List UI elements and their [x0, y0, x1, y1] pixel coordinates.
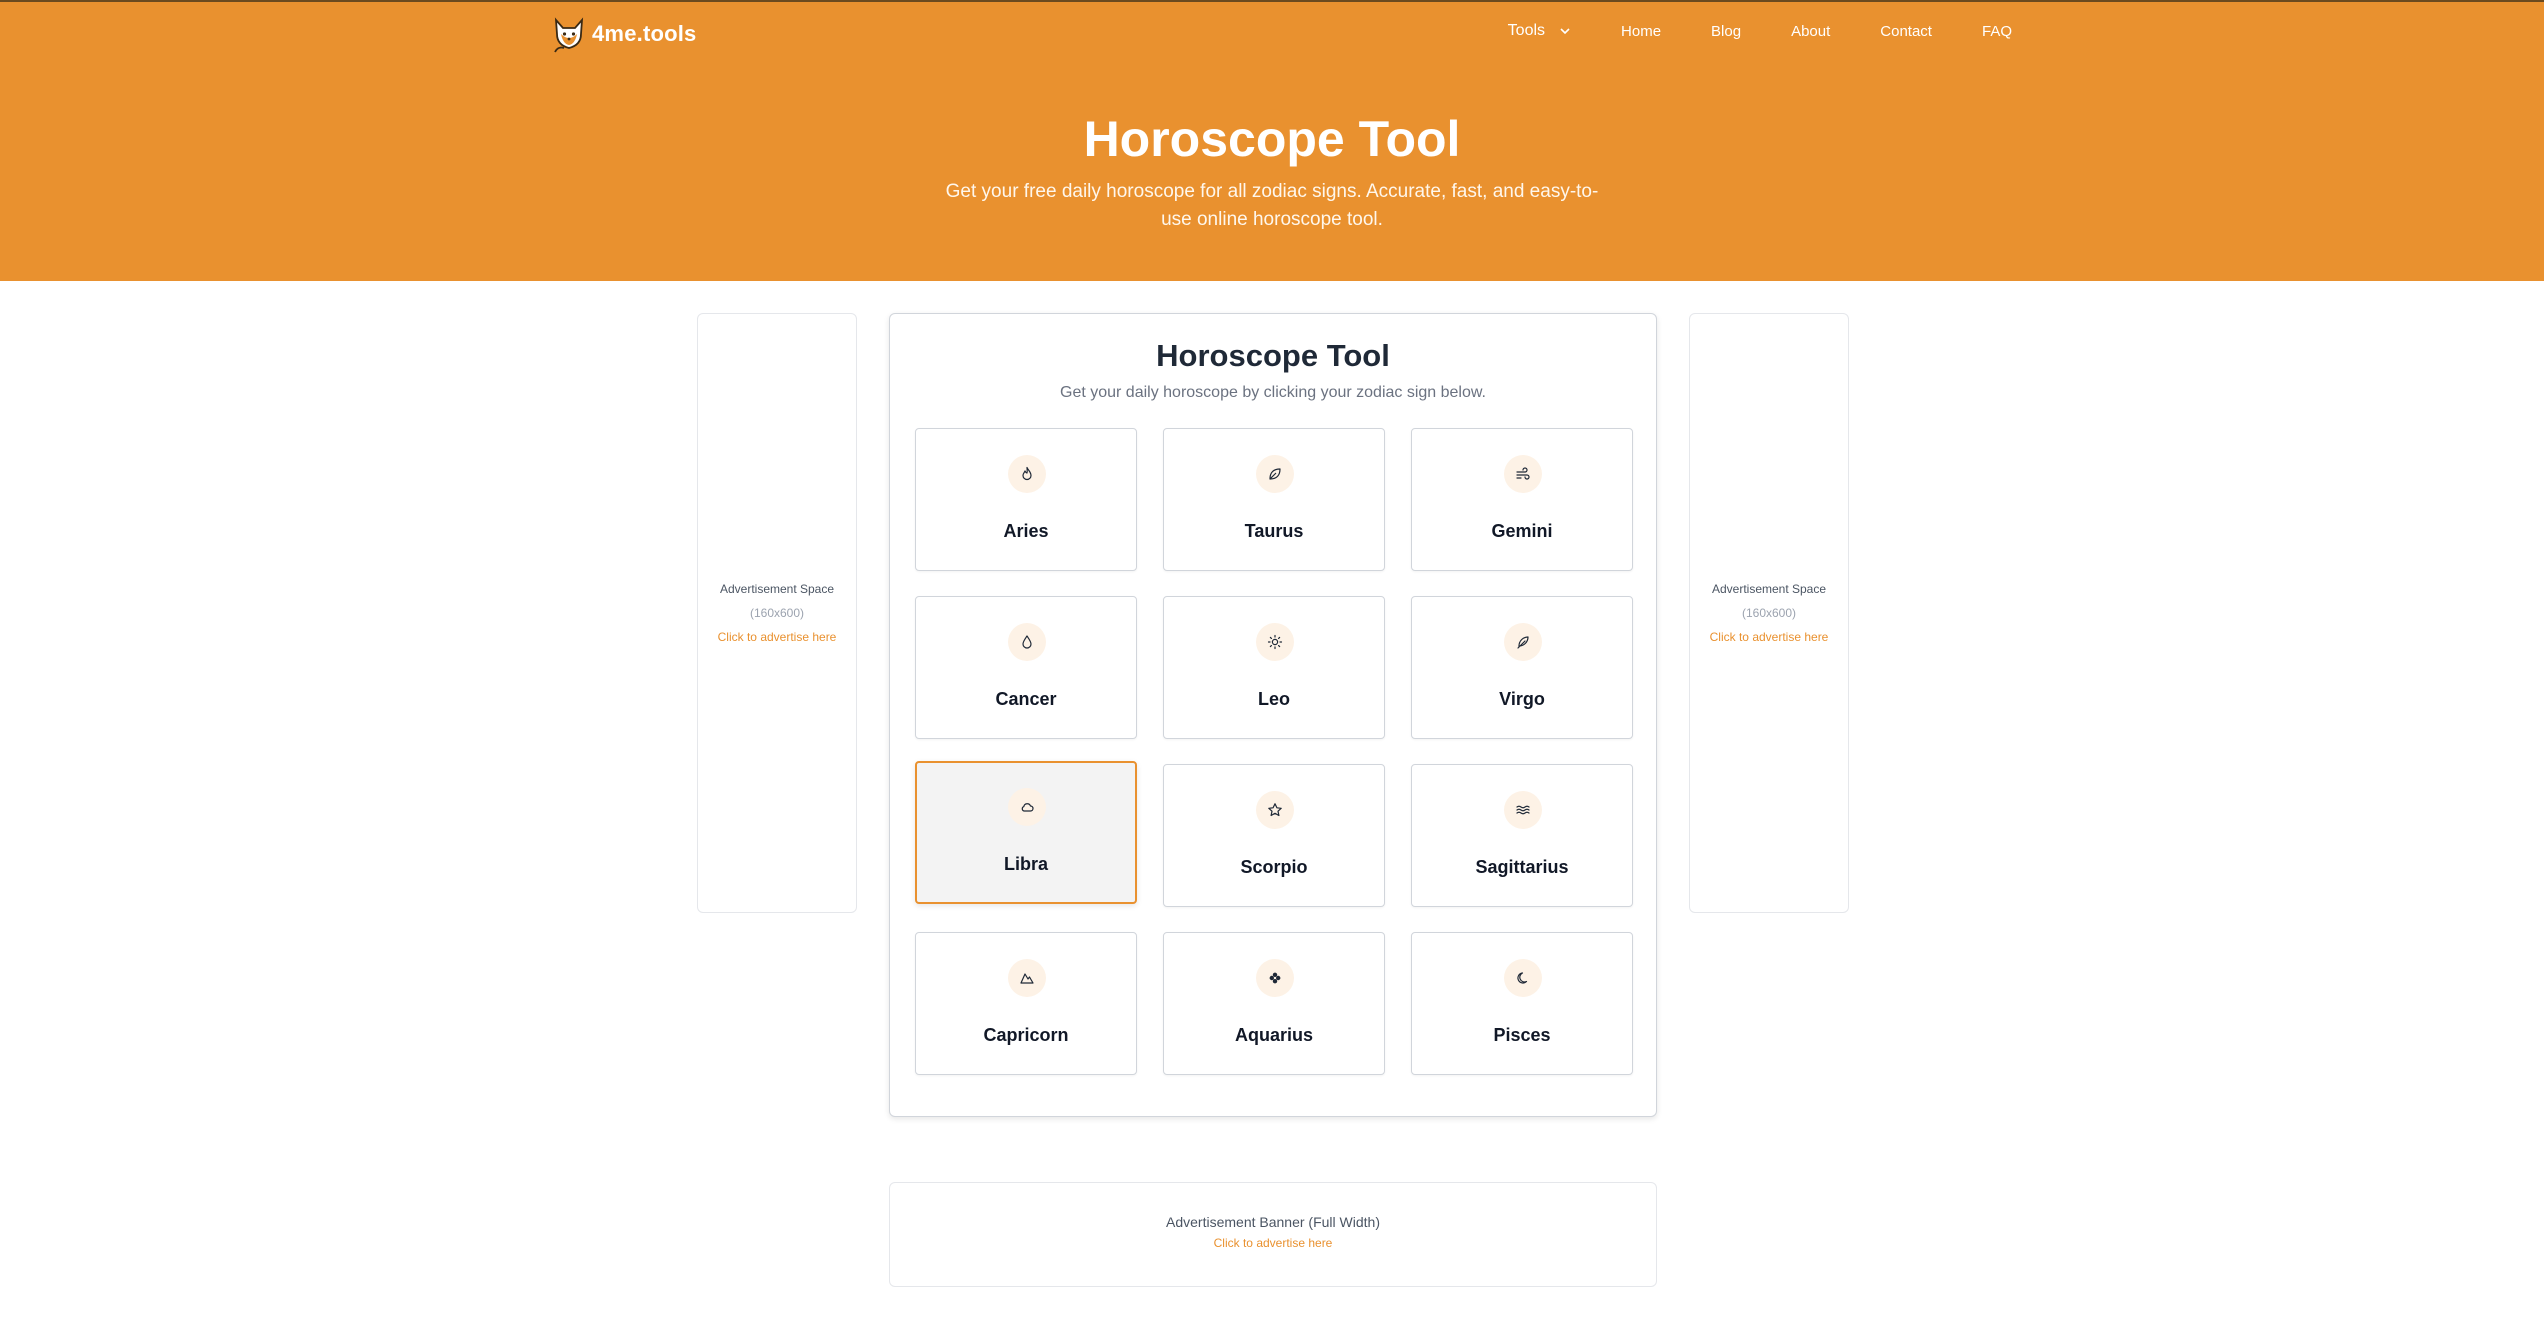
chevron-down-icon — [1560, 28, 1570, 35]
sign-name: Leo — [1257, 689, 1290, 709]
sun-icon — [1256, 623, 1294, 661]
nav-links: Tools Home Blog About Contact FAQ — [1508, 22, 2012, 40]
sign-name: Libra — [1003, 854, 1048, 874]
advertise-link[interactable]: Click to advertise here — [890, 1236, 1656, 1250]
sign-card-gemini[interactable]: Gemini — [1411, 428, 1633, 571]
sign-name: Aquarius — [1234, 1025, 1313, 1045]
sign-card-taurus[interactable]: Taurus — [1163, 428, 1385, 571]
nav-link-about[interactable]: About — [1791, 23, 1830, 40]
sign-card-capricorn[interactable]: Capricorn — [915, 932, 1137, 1075]
sign-card-aries[interactable]: Aries — [915, 428, 1137, 571]
banner-title: Advertisement Banner (Full Width) — [1166, 1214, 1380, 1230]
star-icon — [1256, 791, 1294, 829]
top-navbar: 4me.tools Tools Home Blog About Contact … — [0, 2, 2544, 66]
sign-name: Sagittarius — [1475, 857, 1569, 877]
sign-card-aquarius[interactable]: Aquarius — [1163, 932, 1385, 1075]
sign-card-libra[interactable]: Libra — [915, 761, 1137, 904]
brand-logo[interactable]: 4me.tools — [550, 14, 697, 54]
page-title: Horoscope Tool — [1083, 111, 1461, 167]
sign-name: Pisces — [1493, 1025, 1551, 1045]
leaf-icon — [1256, 455, 1294, 493]
wind-icon — [1504, 455, 1542, 493]
clover-icon — [1256, 959, 1294, 997]
nav-link-blog[interactable]: Blog — [1711, 23, 1741, 40]
ad-space-right[interactable]: Advertisement Space (160x600) Click to a… — [1689, 313, 1849, 913]
ad-size: (160x600) — [1741, 606, 1797, 620]
advertise-link[interactable]: Click to advertise here — [1710, 625, 1829, 649]
sign-name: Aries — [1003, 521, 1049, 541]
ad-size: (160x600) — [749, 606, 805, 620]
tool-subtitle: Get your daily horoscope by clicking you… — [1060, 384, 1486, 401]
moon-icon — [1504, 959, 1542, 997]
sign-name: Cancer — [995, 689, 1057, 709]
sign-card-cancer[interactable]: Cancer — [915, 596, 1137, 739]
sign-card-virgo[interactable]: Virgo — [1411, 596, 1633, 739]
advertise-link[interactable]: Click to advertise here — [718, 625, 837, 649]
ad-title: Advertisement Space — [719, 582, 835, 596]
ad-space-left[interactable]: Advertisement Space (160x600) Click to a… — [697, 313, 857, 913]
fox-logo-icon — [554, 17, 584, 53]
nav-link-home[interactable]: Home — [1621, 23, 1661, 40]
nav-link-faq[interactable]: FAQ — [1982, 23, 2012, 40]
nav-tools-dropdown[interactable]: Tools — [1508, 22, 1571, 40]
feather-icon — [1504, 623, 1542, 661]
sign-name: Gemini — [1491, 521, 1553, 541]
hero-header: 4me.tools Tools Home Blog About Contact … — [0, 0, 2544, 281]
flame-icon — [1008, 455, 1046, 493]
nav-tools-label: Tools — [1507, 22, 1546, 39]
sign-card-leo[interactable]: Leo — [1163, 596, 1385, 739]
ad-title: Advertisement Space — [1711, 582, 1827, 596]
sign-name: Virgo — [1499, 689, 1545, 709]
sign-card-sagittarius[interactable]: Sagittarius — [1411, 764, 1633, 907]
horoscope-tool-card: Horoscope Tool Get your daily horoscope … — [889, 313, 1657, 1117]
sign-card-pisces[interactable]: Pisces — [1411, 932, 1633, 1075]
sign-name: Taurus — [1244, 521, 1304, 541]
tool-title: Horoscope Tool — [1156, 338, 1390, 373]
cloud-icon — [1008, 788, 1046, 826]
sign-card-scorpio[interactable]: Scorpio — [1163, 764, 1385, 907]
nav-link-contact[interactable]: Contact — [1880, 23, 1932, 40]
ad-banner-full-width[interactable]: Advertisement Banner (Full Width) Click … — [889, 1182, 1657, 1287]
sign-name: Scorpio — [1240, 857, 1308, 877]
page-subtitle: Get your free daily horoscope for all zo… — [945, 181, 1599, 230]
waves-icon — [1504, 791, 1542, 829]
brand-name: 4me.tools — [592, 21, 697, 46]
mountain-icon — [1008, 959, 1046, 997]
droplet-icon — [1008, 623, 1046, 661]
sign-name: Capricorn — [983, 1025, 1069, 1045]
